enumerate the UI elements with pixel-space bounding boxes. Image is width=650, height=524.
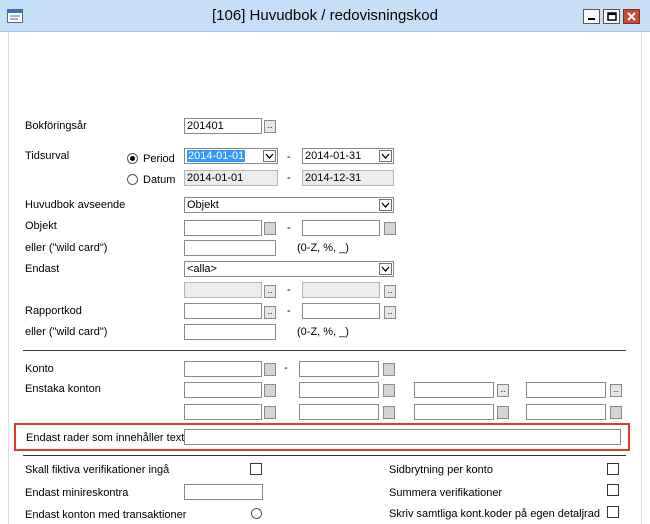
summera-label: Summera verifikationer (389, 487, 503, 499)
enstaka-input-6[interactable] (299, 404, 379, 420)
enstaka-input-7[interactable] (414, 404, 494, 420)
enstaka-lookup-button-2[interactable] (383, 384, 395, 397)
enstaka-lookup-button-4[interactable]: .. (610, 384, 622, 397)
chevron-down-icon (379, 150, 392, 162)
enstaka-lookup-button-7[interactable] (497, 406, 509, 419)
skriv-label: Skriv samtliga kont.koder på egen detalj… (389, 508, 600, 520)
transaktioner-radio[interactable] (251, 508, 262, 519)
sidbrytning-label: Sidbrytning per konto (389, 464, 493, 476)
enstaka-lookup-button-8[interactable] (610, 406, 622, 419)
rapportkod-from-lookup-button[interactable]: .. (264, 306, 276, 319)
skriv-checkbox[interactable] (607, 506, 619, 518)
period-label: Period (143, 153, 175, 165)
minimize-button[interactable] (583, 9, 600, 24)
period-dash: - (287, 151, 291, 163)
wildcard-hint: (0-Z, %, _) (297, 242, 349, 254)
konto-from-input[interactable] (184, 361, 262, 377)
enstaka-input-4[interactable] (526, 382, 606, 398)
chevron-down-icon (379, 199, 392, 211)
objekt-from-lookup-button[interactable] (264, 222, 276, 235)
minimize-icon (588, 18, 595, 20)
huvudbok-select[interactable]: Objekt (184, 197, 394, 213)
bokforingsar-lookup-button[interactable]: .. (264, 120, 276, 133)
enstaka-lookup-button-1[interactable] (264, 384, 276, 397)
enstaka-lookup-button-6[interactable] (383, 406, 395, 419)
enstaka-input-5[interactable] (184, 404, 262, 420)
chevron-down-icon (263, 150, 276, 162)
enstaka-label: Enstaka konton (25, 383, 101, 395)
objekt-label: Objekt (25, 220, 57, 232)
datum-from-input[interactable]: 2014-01-01 (184, 170, 278, 186)
datum-dash: - (287, 172, 291, 184)
objekt-to-lookup-button[interactable] (384, 222, 396, 235)
bokforingsar-input[interactable]: 201401 (184, 118, 262, 134)
objekt-from-input[interactable] (184, 220, 262, 236)
rapportkod-dash: - (287, 305, 291, 317)
form-area: Bokföringsår 201401 .. Tidsurval Period … (8, 32, 642, 524)
transaktioner-label: Endast konton med transaktioner (25, 509, 187, 521)
konto-to-lookup-button[interactable] (383, 363, 395, 376)
rapportkod-label: Rapportkod (25, 305, 82, 317)
window-title: [106] Huvudbok / redovisningskod (212, 7, 438, 24)
divider (23, 455, 626, 456)
fiktiva-label: Skall fiktiva verifikationer ingå (25, 464, 170, 476)
enstaka-input-1[interactable] (184, 382, 262, 398)
endast-dash: - (287, 284, 291, 296)
rapportkod-to-lookup-button[interactable]: .. (384, 306, 396, 319)
endast-to-input[interactable] (302, 282, 380, 298)
period-radio[interactable] (127, 153, 138, 164)
minireskontra-input[interactable] (184, 484, 263, 500)
minireskontra-label: Endast minireskontra (25, 487, 129, 499)
summera-checkbox[interactable] (607, 484, 619, 496)
wildcard2-hint: (0-Z, %, _) (297, 326, 349, 338)
enstaka-input-8[interactable] (526, 404, 606, 420)
period-to-value: 2014-01-31 (305, 150, 362, 162)
endast-select[interactable]: <alla> (184, 261, 394, 277)
enstaka-lookup-button-5[interactable] (264, 406, 276, 419)
title-bar[interactable]: [106] Huvudbok / redovisningskod (0, 0, 650, 32)
enstaka-lookup-button-3[interactable]: .. (497, 384, 509, 397)
wildcard2-label: eller ("wild card") (25, 326, 108, 338)
konto-label: Konto (25, 363, 54, 375)
divider (23, 350, 626, 351)
endast-from-input[interactable] (184, 282, 262, 298)
rapportkod-from-input[interactable] (184, 303, 262, 319)
period-to-select[interactable]: 2014-01-31 (302, 148, 394, 164)
huvudbok-value: Objekt (187, 199, 219, 211)
wildcard2-input[interactable] (184, 324, 276, 340)
datum-label: Datum (143, 174, 176, 186)
objekt-to-input[interactable] (302, 220, 380, 236)
endast-to-lookup-button[interactable]: .. (384, 285, 396, 298)
bokforingsar-label: Bokföringsår (25, 120, 87, 132)
close-icon (627, 12, 636, 21)
endast-value: <alla> (187, 263, 217, 275)
maximize-icon (606, 12, 617, 21)
fiktiva-checkbox[interactable] (250, 463, 262, 475)
konto-to-input[interactable] (299, 361, 379, 377)
endast-from-lookup-button[interactable]: .. (264, 285, 276, 298)
sidbrytning-checkbox[interactable] (607, 463, 619, 475)
rapportkod-to-input[interactable] (302, 303, 380, 319)
enstaka-input-2[interactable] (299, 382, 379, 398)
konto-dash: - (284, 362, 288, 374)
datum-radio[interactable] (127, 174, 138, 185)
text-filter-label: Endast rader som innehåller text (26, 432, 185, 444)
konto-from-lookup-button[interactable] (264, 363, 276, 376)
chevron-down-icon (379, 263, 392, 275)
period-from-value: 2014-01-01 (187, 150, 246, 162)
period-from-select[interactable]: 2014-01-01 (184, 148, 278, 164)
maximize-button[interactable] (603, 9, 620, 24)
objekt-dash: - (287, 222, 291, 234)
datum-to-input[interactable]: 2014-12-31 (302, 170, 394, 186)
enstaka-input-3[interactable] (414, 382, 494, 398)
wildcard-input[interactable] (184, 240, 276, 256)
text-filter-input[interactable] (184, 429, 621, 445)
wildcard-label: eller ("wild card") (25, 242, 108, 254)
huvudbok-label: Huvudbok avseende (25, 199, 126, 211)
tidsurval-label: Tidsurval (25, 150, 70, 162)
close-button[interactable] (623, 9, 640, 24)
endast-label: Endast (25, 263, 60, 275)
